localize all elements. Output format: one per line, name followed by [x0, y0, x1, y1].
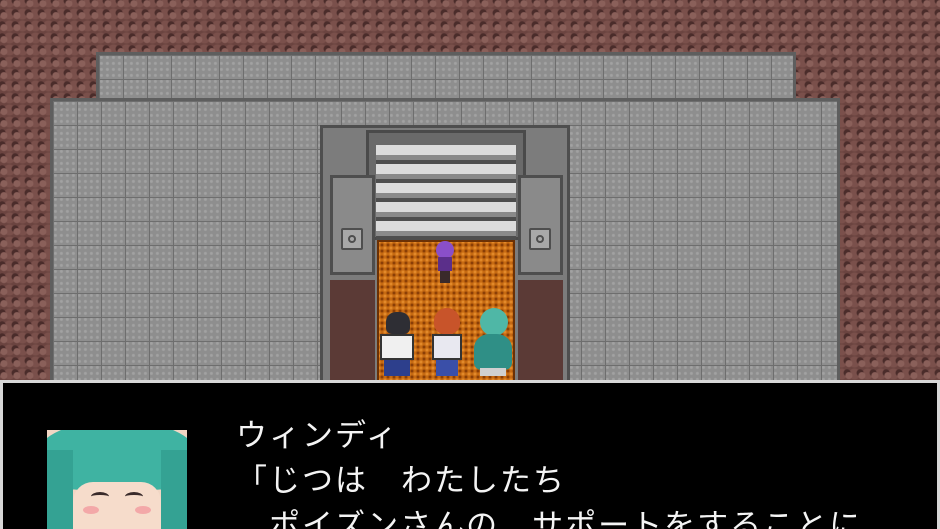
speaker-name: ウィンディ: [236, 418, 399, 454]
switch-right-icon: [529, 228, 551, 250]
altar-shadow-left: [330, 280, 375, 388]
altar-shadow-right: [518, 280, 563, 388]
switch-left-icon: [341, 228, 363, 250]
party-member-red-hair-sprite: [428, 308, 466, 378]
party-member-dark-hair-sprite: [378, 312, 416, 378]
purple-npc-sprite: [432, 241, 458, 283]
dialogue-line-2: ポイズンさんの サポートをすることに: [236, 508, 863, 529]
pillar-left: [330, 175, 375, 275]
speaker-portrait: [47, 430, 187, 529]
dialogue-line-1: 「じつは わたしたち: [236, 463, 566, 499]
stone-stairs: [376, 145, 516, 240]
game-scene: ウィンディ 「じつは わたしたち ポイズンさんの サポートをすることに: [0, 0, 940, 529]
pillar-right: [518, 175, 563, 275]
party-member-green-hair-sprite: [470, 308, 516, 378]
